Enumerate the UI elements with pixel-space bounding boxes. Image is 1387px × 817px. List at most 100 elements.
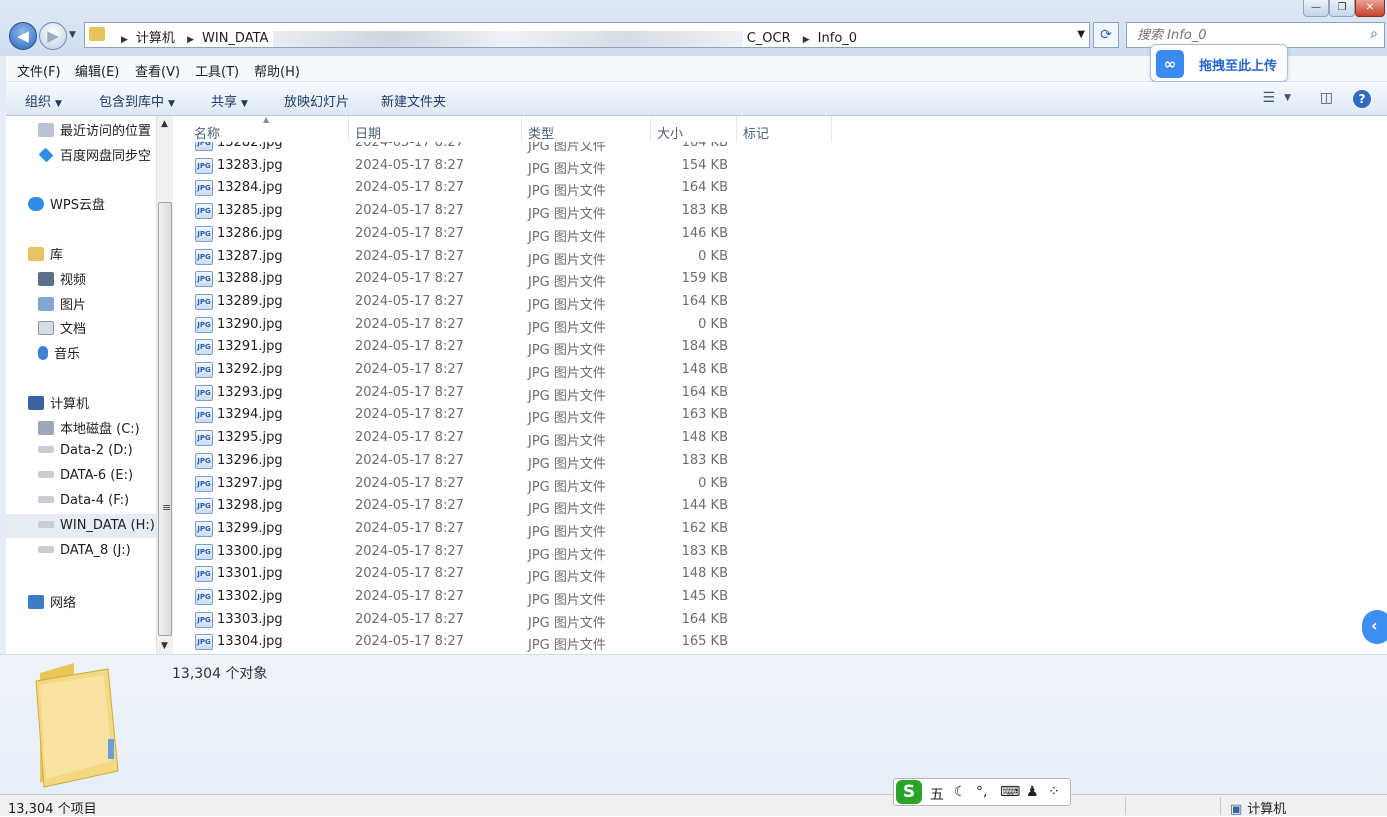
file-row[interactable]: JPG 13300.jpg 2024-05-17 8:27 JPG 图片文件 183 K… bbox=[173, 541, 873, 563]
scroll-up-icon[interactable]: ▲ bbox=[161, 119, 168, 129]
recent-pages-dropdown[interactable]: ▼ bbox=[69, 30, 76, 40]
column-size[interactable]: 大小 bbox=[657, 123, 683, 142]
file-size: 0 KB bbox=[698, 248, 728, 264]
file-row[interactable]: JPG 13298.jpg 2024-05-17 8:27 JPG 图片文件 144 K… bbox=[173, 495, 873, 517]
file-row[interactable]: JPG 13287.jpg 2024-05-17 8:27 JPG 图片文件 0 KB bbox=[173, 246, 873, 268]
file-row[interactable]: JPG 13297.jpg 2024-05-17 8:27 JPG 图片文件 0 KB bbox=[173, 473, 873, 495]
column-name[interactable]: 名称 bbox=[194, 123, 220, 142]
file-row[interactable]: JPG 13285.jpg 2024-05-17 8:27 JPG 图片文件 183 K… bbox=[173, 200, 873, 222]
scrollbar-thumb[interactable]: ≡ bbox=[158, 202, 172, 636]
back-button[interactable]: ◀ bbox=[9, 22, 37, 50]
menu-edit[interactable]: 编辑(E) bbox=[75, 61, 119, 80]
file-name: 13292.jpg bbox=[217, 362, 283, 377]
column-divider[interactable] bbox=[736, 116, 737, 142]
sidebar-item-videos[interactable]: 视频 bbox=[38, 269, 86, 288]
sidebar-item-music[interactable]: 音乐 bbox=[38, 343, 80, 362]
file-size: 165 KB bbox=[681, 634, 728, 650]
user-icon[interactable]: ♟ bbox=[1026, 784, 1039, 800]
navigation-scrollbar[interactable]: ▲ ≡ ▼ bbox=[156, 116, 173, 654]
punctuation-icon[interactable]: °, bbox=[976, 784, 987, 800]
column-divider[interactable] bbox=[650, 116, 651, 142]
sidebar-item-recent[interactable]: 最近访问的位置 bbox=[38, 120, 151, 139]
file-row[interactable]: JPG 13302.jpg 2024-05-17 8:27 JPG 图片文件 145 K… bbox=[173, 586, 873, 608]
minimize-button[interactable]: — bbox=[1303, 0, 1329, 17]
file-row[interactable]: JPG 13299.jpg 2024-05-17 8:27 JPG 图片文件 162 K… bbox=[173, 518, 873, 540]
share-button[interactable]: 共享 ▼ bbox=[211, 91, 248, 110]
jpg-file-icon: JPG bbox=[195, 142, 213, 151]
collapse-side-panel-button[interactable]: ‹ bbox=[1362, 610, 1387, 644]
close-button[interactable]: ✕ bbox=[1355, 0, 1385, 17]
file-row[interactable]: JPG 13289.jpg 2024-05-17 8:27 JPG 图片文件 164 K… bbox=[173, 291, 873, 313]
apps-icon[interactable]: ⁘ bbox=[1048, 784, 1060, 800]
baidu-upload-popup[interactable]: ∞ 拖拽至此上传 bbox=[1150, 44, 1288, 82]
file-row[interactable]: JPG 13282.jpg 2024-05-17 8:27 JPG 图片文件 164 K… bbox=[173, 142, 873, 154]
column-type[interactable]: 类型 bbox=[528, 123, 554, 142]
sidebar-item-libraries[interactable]: 库 bbox=[28, 244, 63, 263]
file-type: JPG 图片文件 bbox=[528, 161, 606, 177]
forward-button[interactable]: ▶ bbox=[39, 22, 67, 50]
file-row[interactable]: JPG 13301.jpg 2024-05-17 8:27 JPG 图片文件 148 K… bbox=[173, 563, 873, 585]
file-name: 13304.jpg bbox=[217, 634, 283, 650]
column-divider[interactable] bbox=[831, 116, 832, 142]
sidebar-item-drive-h[interactable]: WIN_DATA (H:) bbox=[38, 518, 155, 533]
file-size: 183 KB bbox=[681, 203, 728, 219]
file-row[interactable]: JPG 13303.jpg 2024-05-17 8:27 JPG 图片文件 164 K… bbox=[173, 609, 873, 631]
breadcrumb-c-ocr[interactable]: C_OCR bbox=[747, 31, 791, 46]
file-row[interactable]: JPG 13293.jpg 2024-05-17 8:27 JPG 图片文件 164 K… bbox=[173, 382, 873, 404]
sidebar-item-drive-j[interactable]: DATA_8 (J:) bbox=[38, 543, 131, 558]
file-type: JPG 图片文件 bbox=[528, 411, 606, 427]
column-date[interactable]: 日期 bbox=[355, 123, 381, 142]
sidebar-item-drive-c[interactable]: 本地磁盘 (C:) bbox=[38, 418, 140, 437]
file-row[interactable]: JPG 13283.jpg 2024-05-17 8:27 JPG 图片文件 154 K… bbox=[173, 155, 873, 177]
help-icon[interactable]: ? bbox=[1353, 90, 1371, 108]
sidebar-item-computer[interactable]: 计算机 bbox=[28, 393, 89, 412]
column-tags[interactable]: 标记 bbox=[743, 123, 769, 142]
breadcrumb-computer[interactable]: 计算机 bbox=[136, 31, 175, 46]
sidebar-item-network[interactable]: 网络 bbox=[28, 592, 76, 611]
file-row[interactable]: JPG 13290.jpg 2024-05-17 8:27 JPG 图片文件 0 KB bbox=[173, 314, 873, 336]
menu-view[interactable]: 查看(V) bbox=[135, 61, 180, 80]
view-options-icon[interactable]: ☰ bbox=[1262, 90, 1275, 106]
column-divider[interactable] bbox=[521, 116, 522, 142]
sogou-ime-icon[interactable]: S bbox=[896, 780, 922, 804]
ime-mode-wubi[interactable]: 五 bbox=[930, 784, 944, 804]
ime-toolbar[interactable]: S 五 ☾ °, ⌨ ♟ ⁘ bbox=[893, 778, 1071, 806]
search-icon[interactable]: ⌕ bbox=[1370, 26, 1378, 42]
file-row[interactable]: JPG 13284.jpg 2024-05-17 8:27 JPG 图片文件 164 K… bbox=[173, 177, 873, 199]
sidebar-item-drive-e[interactable]: DATA-6 (E:) bbox=[38, 468, 133, 483]
sidebar-item-wps[interactable]: WPS云盘 bbox=[28, 194, 105, 213]
file-row[interactable]: JPG 13304.jpg 2024-05-17 8:27 JPG 图片文件 165 K… bbox=[173, 631, 873, 653]
breadcrumb-win-data[interactable]: WIN_DATA bbox=[202, 31, 268, 46]
new-folder-button[interactable]: 新建文件夹 bbox=[381, 91, 446, 110]
sidebar-item-pictures[interactable]: 图片 bbox=[38, 294, 86, 313]
keyboard-icon[interactable]: ⌨ bbox=[1000, 784, 1020, 800]
address-bar[interactable]: ▶ 计算机 ▶ WIN_DATA C_OCR ▶ Info_0 ▼ bbox=[84, 22, 1090, 48]
chevron-down-icon[interactable]: ▼ bbox=[1284, 93, 1291, 103]
address-dropdown-icon[interactable]: ▼ bbox=[1077, 29, 1085, 40]
refresh-icon[interactable]: ⟳ bbox=[1093, 22, 1119, 48]
include-in-library-button[interactable]: 包含到库中 ▼ bbox=[99, 91, 175, 110]
file-row[interactable]: JPG 13295.jpg 2024-05-17 8:27 JPG 图片文件 148 K… bbox=[173, 427, 873, 449]
file-row[interactable]: JPG 13296.jpg 2024-05-17 8:27 JPG 图片文件 183 K… bbox=[173, 450, 873, 472]
file-row[interactable]: JPG 13286.jpg 2024-05-17 8:27 JPG 图片文件 146 K… bbox=[173, 223, 873, 245]
menu-help[interactable]: 帮助(H) bbox=[254, 61, 300, 80]
file-row[interactable]: JPG 13294.jpg 2024-05-17 8:27 JPG 图片文件 163 K… bbox=[173, 404, 873, 426]
preview-pane-icon[interactable]: ◫ bbox=[1320, 90, 1333, 106]
organize-button[interactable]: 组织 ▼ bbox=[25, 91, 62, 110]
moon-icon[interactable]: ☾ bbox=[954, 784, 967, 800]
breadcrumb-info-0[interactable]: Info_0 bbox=[818, 31, 857, 46]
menu-tools[interactable]: 工具(T) bbox=[195, 61, 239, 80]
file-row[interactable]: JPG 13288.jpg 2024-05-17 8:27 JPG 图片文件 159 K… bbox=[173, 268, 873, 290]
file-row[interactable]: JPG 13291.jpg 2024-05-17 8:27 JPG 图片文件 184 K… bbox=[173, 336, 873, 358]
column-divider[interactable] bbox=[348, 116, 349, 142]
sidebar-item-documents[interactable]: 文档 bbox=[38, 318, 86, 337]
sidebar-item-drive-f[interactable]: Data-4 (F:) bbox=[38, 493, 129, 508]
slideshow-button[interactable]: 放映幻灯片 bbox=[284, 91, 349, 110]
jpg-file-icon: JPG bbox=[195, 293, 213, 310]
menu-file[interactable]: 文件(F) bbox=[17, 61, 61, 80]
maximize-button[interactable]: ❐ bbox=[1329, 0, 1355, 17]
file-row[interactable]: JPG 13292.jpg 2024-05-17 8:27 JPG 图片文件 148 K… bbox=[173, 359, 873, 381]
sidebar-item-drive-d[interactable]: Data-2 (D:) bbox=[38, 443, 133, 458]
sidebar-item-baidu-sync[interactable]: 百度网盘同步空 bbox=[38, 145, 151, 164]
scroll-down-icon[interactable]: ▼ bbox=[161, 641, 168, 651]
